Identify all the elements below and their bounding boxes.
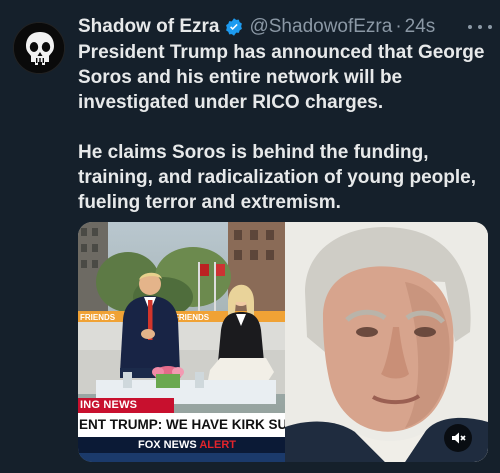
mute-icon[interactable] — [444, 424, 472, 452]
author-display-name[interactable]: Shadow of Ezra — [78, 16, 219, 38]
network-name: FOX NEWS — [138, 439, 197, 451]
news-headline: ENT TRUMP: WE HAVE KIRK SUSPECT — [78, 413, 285, 437]
tweet-paragraph: He claims Soros is behind the funding, t… — [78, 142, 476, 213]
tweet-media[interactable]: FRIENDS FRIENDS ING NEWS ENT TRUMP: WE H… — [78, 222, 488, 462]
separator-dot: · — [395, 16, 402, 37]
tweet-text: President Trump has announced that Georg… — [78, 40, 496, 215]
news-video-frame: FRIENDS FRIENDS ING NEWS ENT TRUMP: WE H… — [78, 222, 285, 462]
set-band-text-right: FRIENDS — [174, 313, 210, 322]
timestamp[interactable]: 24s — [405, 16, 436, 38]
ticker-bar — [78, 453, 285, 462]
verified-badge-icon — [226, 18, 243, 36]
tweet-header: Shadow of Ezra @ShadowofEzra · 24s — [78, 14, 490, 40]
more-options-icon[interactable] — [468, 20, 492, 34]
tweet[interactable]: Shadow of Ezra @ShadowofEzra · 24s Presi… — [0, 0, 500, 473]
author-avatar[interactable] — [13, 22, 65, 74]
skull-icon — [14, 23, 64, 73]
tweet-paragraph: President Trump has announced that Georg… — [78, 42, 485, 113]
set-band-text-left: FRIENDS — [80, 313, 116, 322]
speaker-muted-icon — [452, 432, 466, 444]
alert-label: ALERT — [199, 439, 236, 451]
news-label: ING NEWS — [78, 398, 174, 413]
network-banner: FOX NEWS ALERT — [78, 437, 285, 453]
author-handle[interactable]: @ShadowofEzra — [249, 16, 392, 38]
